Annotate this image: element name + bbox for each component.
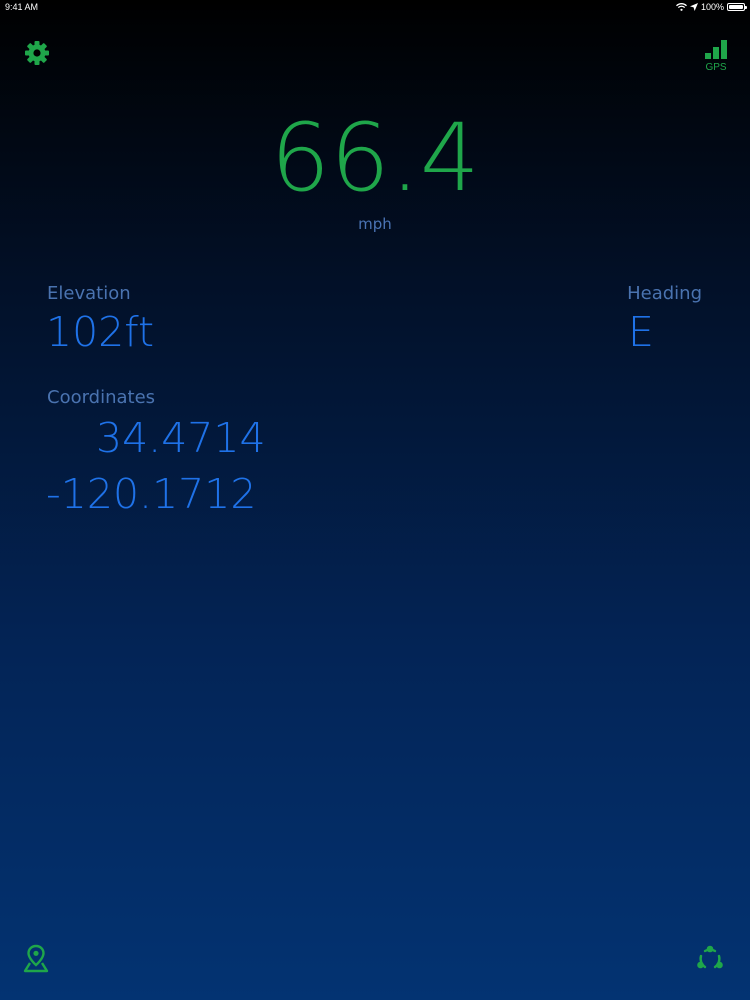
heading-value: E bbox=[628, 308, 654, 356]
gps-signal-bar-1 bbox=[705, 53, 711, 59]
coordinates-label: Coordinates bbox=[47, 387, 156, 408]
reset-button[interactable] bbox=[695, 944, 725, 974]
settings-button[interactable] bbox=[24, 40, 50, 66]
gps-signal-icon bbox=[702, 39, 730, 59]
gps-signal-bar-2 bbox=[713, 47, 719, 59]
battery-percent: 100% bbox=[700, 2, 724, 12]
recycle-icon bbox=[697, 945, 723, 969]
gps-signal-bar-3 bbox=[721, 40, 727, 59]
status-bar: 9:41 AM 100% bbox=[0, 0, 750, 16]
speed-value: 66.4 bbox=[270, 104, 480, 213]
map-button[interactable] bbox=[22, 944, 50, 974]
speed-unit: mph bbox=[358, 215, 392, 233]
location-arrow-icon bbox=[689, 3, 698, 11]
gps-status-button[interactable]: GPS bbox=[702, 39, 730, 75]
elevation-label: Elevation bbox=[47, 283, 131, 304]
gear-icon bbox=[25, 41, 49, 65]
heading-label: Heading bbox=[627, 283, 702, 304]
map-pin-icon bbox=[23, 944, 49, 973]
battery-fill bbox=[729, 5, 743, 9]
wifi-icon bbox=[676, 3, 687, 11]
status-time: 9:41 AM bbox=[5, 2, 39, 12]
latitude-value: 34.4714 bbox=[96, 414, 266, 462]
longitude-value: -120.1712 bbox=[46, 470, 257, 518]
gps-label: GPS bbox=[705, 62, 727, 73]
battery-icon bbox=[727, 3, 747, 11]
status-right-group: 100% bbox=[676, 2, 747, 12]
elevation-value: 102ft bbox=[46, 308, 155, 356]
